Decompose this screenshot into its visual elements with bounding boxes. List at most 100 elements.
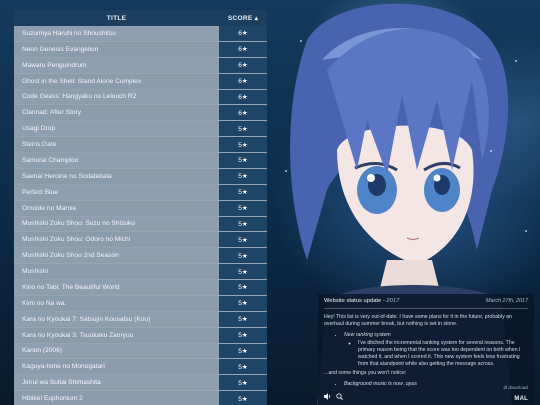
anime-score: 6★ [219,41,267,57]
status-title: Website status update [324,298,382,304]
anime-score: 5★ [219,184,267,200]
anime-score: 5★ [219,137,267,152]
anime-title[interactable]: Suzumiya Haruhi no Shoushitsu [14,30,219,37]
anime-title[interactable]: Usagi Drop [14,125,219,132]
status-year: 2017 [386,298,400,304]
table-row[interactable]: Mushishi Zoku Shou: Odoro no Michi 5★ [14,232,267,249]
anime-title[interactable]: Samurai Champloo [14,157,219,164]
mal-logo[interactable]: MAL [514,396,528,403]
table-row[interactable]: Hibike! Euphonium 2 5★ [14,391,267,405]
anime-list: Suzumiya Haruhi no Shoushitsu 6★ Neon Gene… [14,26,267,405]
anime-score: 5★ [219,264,267,279]
status-date: March 27th, 2017 [486,298,528,304]
anime-title[interactable]: Kimi no Na wa. [14,300,219,307]
anime-title[interactable]: Code Geass: Hangyaku no Lelouch R2 [14,93,219,100]
status-item: Background music is now .opus [344,381,528,388]
status-update-box: Website status update - 2017 March 27th,… [318,294,534,405]
anime-score: 5★ [219,168,267,184]
table-row[interactable]: Code Geass: Hangyaku no Lelouch R2 6★ [14,89,267,106]
anime-title[interactable]: Kara no Kyoukai 7: Satsujin Kousatsu (Ko… [14,316,219,323]
table-row[interactable]: Kanon (2006) 5★ [14,343,267,360]
star-dot [525,230,527,232]
title-column-header[interactable]: TITLE [14,15,219,22]
anime-score: 5★ [219,327,267,343]
anime-score: 5★ [219,280,267,295]
anime-title[interactable]: Mushishi [14,268,219,275]
anime-title[interactable]: Mushishi Zoku Shou 2nd Season [14,252,219,259]
table-row[interactable]: Mushishi Zoku Shou: Suzu no Shizuku 5★ [14,216,267,233]
score-column-header[interactable]: SCORE ▴ [219,14,267,22]
table-row[interactable]: Steins;Gate 5★ [14,137,267,153]
table-row[interactable]: Jinrui wa Suitai Shimashita 5★ [14,375,267,392]
table-row[interactable]: Omoide no Marnie 5★ [14,200,267,217]
anime-score: 6★ [219,26,267,41]
table-row[interactable]: Kaguya-hime no Monogatari 5★ [14,359,267,376]
anime-title[interactable]: Kaguya-hime no Monogatari [14,363,219,370]
download-link[interactable]: dl download [503,384,528,391]
anime-title[interactable]: Kara no Kyoukai 3: Tsuukaku Zanryuu [14,332,219,339]
table-row[interactable]: Ghost in the Shell: Stand Alone Complex 6… [14,73,267,90]
status-item: New ranking system I've ditched the incr… [344,332,528,368]
anime-title[interactable]: Jinrui wa Suitai Shimashita [14,379,219,386]
anime-score: 5★ [219,248,267,264]
anime-title[interactable]: Mawaru Penguindrum [14,62,219,69]
anime-title[interactable]: Ghost in the Shell: Stand Alone Complex [14,78,219,85]
anime-score: 5★ [219,375,267,391]
anime-title[interactable]: Omoide no Marnie [14,205,219,212]
table-row[interactable]: Mushishi 5★ [14,264,267,280]
table-row[interactable]: Saenai Heroine no Sodatekata 5★ [14,168,267,185]
anime-title[interactable]: Clannad: After Story [14,109,219,116]
anime-title[interactable]: Mushishi Zoku Shou: Odoro no Michi [14,236,219,243]
table-row[interactable]: Usagi Drop 5★ [14,121,267,138]
status-item-title: New ranking system [344,332,391,338]
table-row[interactable]: Clannad: After Story 6★ [14,105,267,122]
table-row[interactable]: Suzumiya Haruhi no Shoushitsu 6★ [14,26,267,42]
table-row[interactable]: Perfect Blue 5★ [14,184,267,201]
anime-score: 6★ [219,73,267,89]
status-intro: Hey! This list is very out-of-date. I ha… [324,314,512,327]
status-header: Website status update - 2017 March 27th,… [324,298,528,309]
anime-score: 5★ [219,343,267,359]
status-outro: ...and some things you won't notice: [324,370,407,376]
anime-title[interactable]: Hibike! Euphonium 2 [14,395,219,402]
status-list-2: Background music is now .opus [324,381,528,388]
anime-title[interactable]: Kino no Tabi: The Beautiful World [14,284,219,291]
table-row[interactable]: Neon Genesis Evangelion 6★ [14,41,267,58]
anime-title[interactable]: Perfect Blue [14,189,219,196]
volume-icon[interactable] [324,393,332,403]
anime-title[interactable]: Saenai Heroine no Sodatekata [14,173,219,180]
anime-score: 5★ [219,311,267,327]
anime-score: 5★ [219,232,267,248]
table-header: TITLE SCORE ▴ [14,10,267,26]
star-dot [515,60,517,62]
anime-score: 5★ [219,200,267,216]
status-subitem: I've ditched the incremental ranking sys… [358,340,528,368]
anime-score: 6★ [219,89,267,105]
star-dot [300,40,302,42]
anime-score: 6★ [219,105,267,121]
anime-title[interactable]: Kanon (2006) [14,347,219,354]
anime-score: 5★ [219,295,267,311]
table-row[interactable]: Mawaru Penguindrum 6★ [14,57,267,74]
table-row[interactable]: Mushishi Zoku Shou 2nd Season 5★ [14,248,267,265]
status-list: New ranking system I've ditched the incr… [324,332,528,368]
anime-score: 6★ [219,57,267,73]
table-row[interactable]: Kino no Tabi: The Beautiful World 5★ [14,280,267,296]
table-row[interactable]: Kara no Kyoukai 3: Tsuukaku Zanryuu 5★ [14,327,267,344]
anime-title[interactable]: Steins;Gate [14,141,219,148]
anime-list-panel: TITLE SCORE ▴ Suzumiya Haruhi no Shoushi… [14,10,267,405]
anime-score: 5★ [219,153,267,168]
anime-score: 5★ [219,391,267,405]
status-controls [324,393,343,403]
table-row[interactable]: Kara no Kyoukai 7: Satsujin Kousatsu (Ko… [14,311,267,328]
table-row[interactable]: Kimi no Na wa. 5★ [14,295,267,312]
anime-score: 5★ [219,359,267,375]
table-row[interactable]: Samurai Champloo 5★ [14,153,267,169]
anime-title[interactable]: Neon Genesis Evangelion [14,46,219,53]
anime-score: 5★ [219,216,267,232]
star-dot [490,150,492,152]
search-icon[interactable] [336,393,343,403]
star-dot [285,170,287,172]
anime-title[interactable]: Mushishi Zoku Shou: Suzu no Shizuku [14,220,219,227]
status-item-title: Background music is now .opus [344,381,417,387]
